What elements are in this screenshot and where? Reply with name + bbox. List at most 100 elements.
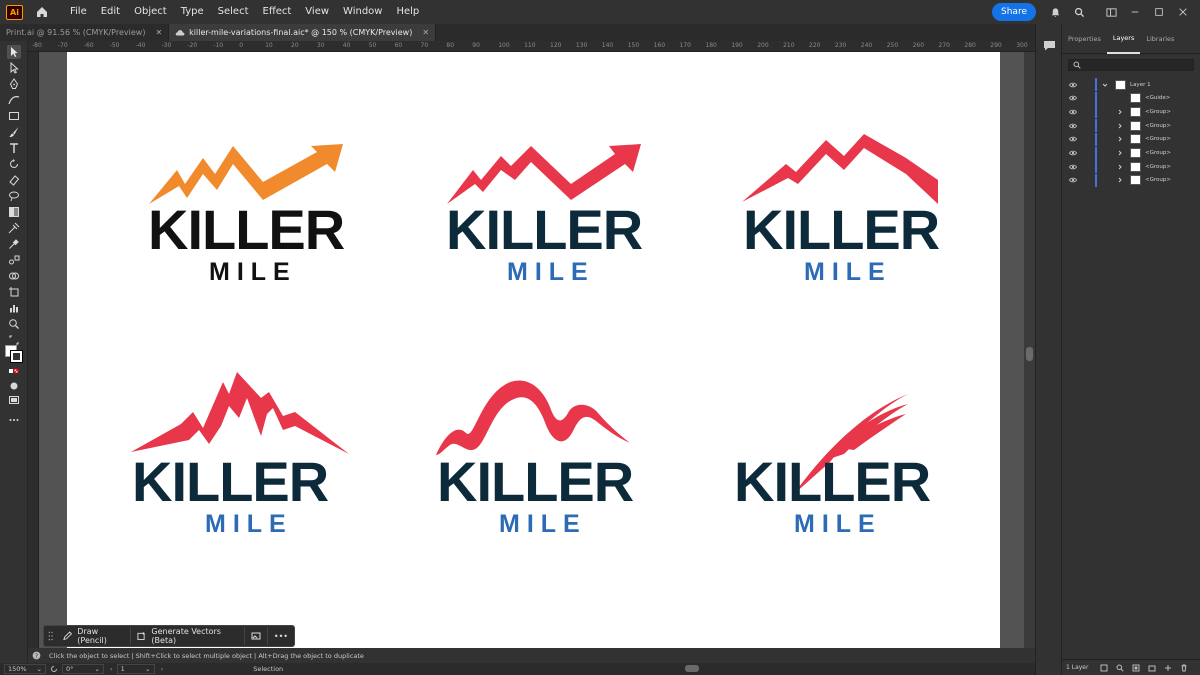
grip-icon[interactable] [48,630,53,642]
help-icon[interactable]: ? [32,651,41,660]
search-icon[interactable] [1072,5,1086,19]
visibility-eye-icon[interactable] [1069,177,1077,183]
more-options-button[interactable]: ••• [268,627,294,645]
menu-view[interactable]: View [298,0,336,24]
more-tools-icon[interactable] [7,413,21,427]
layer-row-top[interactable]: Layer 1 [1062,78,1200,91]
maximize-icon[interactable] [1152,5,1166,19]
tab-print[interactable]: Print.ai @ 91.56 % (CMYK/Preview) ✕ [0,24,170,41]
artboard-tool-icon[interactable] [7,285,21,299]
sublayer-row[interactable]: <Group> [1062,160,1200,174]
chevron-right-icon[interactable] [1117,164,1123,170]
scroll-thumb[interactable] [1026,347,1033,361]
chevron-right-icon[interactable] [1117,177,1123,183]
chevron-right-icon[interactable] [1117,136,1123,142]
minimize-icon[interactable] [1128,5,1142,19]
menu-effect[interactable]: Effect [256,0,299,24]
chevron-down-icon[interactable] [1102,82,1108,88]
eyedropper-tool-icon[interactable] [7,237,21,251]
stroke-swatch[interactable] [10,350,23,363]
menu-object[interactable]: Object [127,0,174,24]
workspace-icon[interactable] [1104,5,1118,19]
sublayer-row[interactable]: <Group> [1062,105,1200,119]
shape-builder-tool-icon[interactable] [7,269,21,283]
eraser-tool-icon[interactable] [7,173,21,187]
visibility-eye-icon[interactable] [1069,95,1077,101]
artboard-number-field[interactable]: 1 ⌄ [116,664,155,674]
search-icon[interactable] [1116,664,1125,672]
tab-killer-mile[interactable]: killer-mile-variations-final.aic* @ 150 … [169,24,437,41]
close-icon[interactable] [1176,5,1190,19]
draw-pencil-button[interactable]: Draw (Pencil) [57,627,132,645]
chevron-right-icon[interactable] [1117,95,1123,101]
draw-mode-icon[interactable] [7,379,21,393]
chevron-right-icon[interactable] [1117,123,1123,129]
next-artboard-icon[interactable]: › [161,665,164,673]
vertical-ruler[interactable] [28,52,39,663]
clipping-mask-icon[interactable] [1132,664,1140,672]
prev-artboard-icon[interactable]: ‹ [110,665,113,673]
image-options-button[interactable] [245,627,268,645]
canvas-area[interactable]: KILLER MILE KILLER MILE KILLER MILE KILL… [39,52,1024,648]
tab-properties[interactable]: Properties [1062,24,1107,54]
close-icon[interactable]: ✕ [155,28,162,37]
sublayer-row[interactable]: <Group> [1062,173,1200,187]
sublayer-row[interactable]: <Group> [1062,146,1200,160]
paintbrush-tool-icon[interactable] [7,125,21,139]
artboard[interactable]: KILLER MILE KILLER MILE KILLER MILE KILL… [67,52,1000,648]
color-modes-icon[interactable] [7,365,21,379]
horizontal-scroll-thumb[interactable] [685,665,699,672]
new-layer-icon[interactable] [1164,664,1172,672]
sublayer-row[interactable]: <Group> [1062,132,1200,146]
menu-window[interactable]: Window [336,0,389,24]
chevron-right-icon[interactable] [1117,150,1123,156]
gradient-tool-icon[interactable] [7,205,21,219]
logo-variation-2[interactable]: KILLER MILE [443,140,683,300]
mesh-tool-icon[interactable] [7,221,21,235]
chevron-right-icon[interactable] [1117,109,1123,115]
pen-tool-icon[interactable] [7,77,21,91]
sublayer-row[interactable]: <Group> [1062,119,1200,133]
screen-mode-icon[interactable] [7,393,21,407]
generate-vectors-button[interactable]: Generate Vectors (Beta) [131,627,245,645]
horizontal-ruler[interactable]: -80 -70 -60 -50 -40 -30 -20 -10 0 10 20 30 40 50 60 70 8… [28,41,1035,52]
new-sublayer-icon[interactable] [1148,664,1156,672]
rectangle-tool-icon[interactable] [7,109,21,123]
logo-variation-1[interactable]: KILLER MILE [145,140,385,300]
logo-variation-5[interactable]: KILLER MILE [434,377,674,537]
tab-libraries[interactable]: Libraries [1140,24,1180,54]
visibility-eye-icon[interactable] [1069,164,1077,170]
selection-tool-icon[interactable] [7,45,21,59]
comments-icon[interactable] [1043,40,1056,51]
direct-selection-tool-icon[interactable] [7,61,21,75]
visibility-eye-icon[interactable] [1069,109,1077,115]
curvature-tool-icon[interactable] [7,93,21,107]
graph-tool-icon[interactable] [7,301,21,315]
menu-help[interactable]: Help [389,0,426,24]
visibility-eye-icon[interactable] [1069,82,1077,88]
visibility-eye-icon[interactable] [1069,150,1077,156]
zoom-tool-icon[interactable] [7,317,21,331]
export-icon[interactable] [1100,664,1108,672]
close-icon[interactable]: ✕ [422,28,429,37]
rotation-field[interactable]: 0° ⌄ [62,664,104,674]
menu-edit[interactable]: Edit [94,0,127,24]
logo-variation-4[interactable]: KILLER MILE [129,372,369,537]
blend-tool-icon[interactable] [7,253,21,267]
zoom-field[interactable]: 150% ⌄ [4,664,46,674]
rotate-tool-icon[interactable] [7,157,21,171]
menu-file[interactable]: File [63,0,94,24]
visibility-eye-icon[interactable] [1069,123,1077,129]
type-tool-icon[interactable] [7,141,21,155]
menu-type[interactable]: Type [174,0,211,24]
menu-select[interactable]: Select [211,0,256,24]
bell-icon[interactable] [1048,5,1062,19]
visibility-eye-icon[interactable] [1069,136,1077,142]
sublayer-row[interactable]: <Guide> [1062,91,1200,105]
vertical-scrollbar[interactable] [1024,52,1035,663]
home-icon[interactable] [35,5,49,19]
logo-variation-6[interactable]: KILLER MILE [734,392,974,552]
lasso-tool-icon[interactable] [7,189,21,203]
share-button[interactable]: Share [992,3,1036,21]
logo-variation-3[interactable]: KILLER MILE [740,134,980,294]
